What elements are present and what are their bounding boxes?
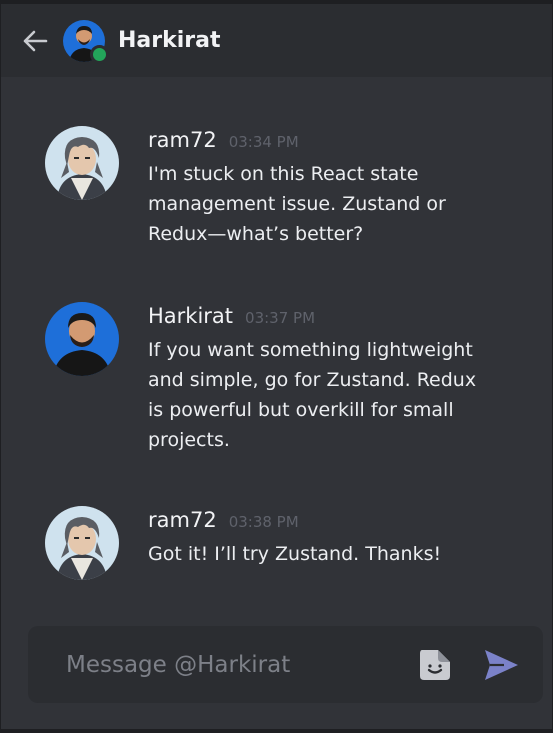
avatar[interactable]: [45, 126, 119, 200]
header-title: Harkirat: [118, 28, 221, 53]
message-list: ram72 03:34 PM I'm stuck on this React s…: [1, 77, 552, 622]
message-timestamp: 03:38 PM: [228, 513, 299, 531]
message-author[interactable]: Harkirat: [148, 304, 233, 328]
back-button[interactable]: [21, 27, 49, 55]
send-icon: [485, 650, 518, 680]
message-text: I'm stuck on this React state management…: [148, 163, 446, 245]
arrow-left-icon: [23, 30, 48, 51]
message-composer: [28, 626, 543, 703]
chat-window: Harkirat ram72 03:34 PM I'm stuck on thi…: [0, 4, 553, 729]
sticker-icon: [420, 650, 450, 680]
message-text: If you want something lightweight and si…: [148, 339, 477, 451]
message-timestamp: 03:34 PM: [228, 133, 299, 151]
message-input[interactable]: [64, 644, 388, 686]
message-author[interactable]: ram72: [148, 128, 217, 152]
message-author[interactable]: ram72: [148, 508, 217, 532]
online-status-indicator: [90, 44, 109, 64]
message-text: Got it! I’ll try Zustand. Thanks!: [148, 543, 442, 565]
header-avatar[interactable]: [63, 19, 109, 64]
sticker-button[interactable]: [416, 646, 454, 684]
avatar[interactable]: [45, 302, 119, 376]
chat-header: Harkirat: [1, 4, 552, 77]
send-button[interactable]: [482, 647, 520, 683]
avatar[interactable]: [45, 506, 119, 580]
message-timestamp: 03:37 PM: [245, 309, 316, 327]
